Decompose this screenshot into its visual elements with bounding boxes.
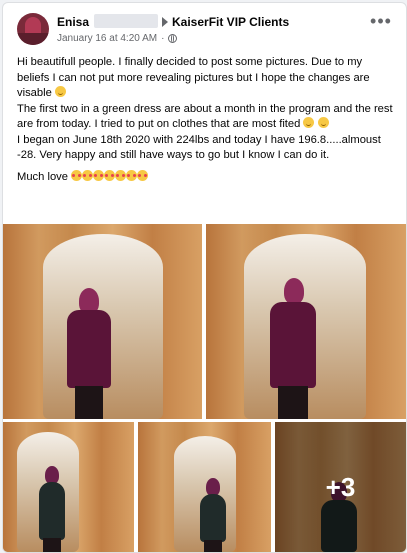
smiling-face-with-hearts-emoji: [137, 169, 149, 181]
paragraph: Much love: [17, 169, 395, 186]
smiling-face-with-hearts-emoji: [104, 169, 116, 181]
globe-icon: [168, 34, 178, 43]
more-options-button[interactable]: •••: [369, 12, 393, 35]
smiling-face-with-hearts-emoji: [82, 169, 94, 181]
smiling-face-emoji: [54, 86, 66, 97]
more-photos-count[interactable]: +3: [275, 422, 406, 552]
smiling-face-with-hearts-emoji: [115, 169, 127, 181]
paragraph: Hi beautifull people. I finally decided …: [17, 56, 370, 99]
group-name[interactable]: KaiserFit VIP Clients: [172, 15, 289, 29]
paragraph: The first two in a green dress are about…: [17, 102, 393, 131]
paragraph: I began on June 18th 2020 with 224lbs an…: [17, 133, 381, 162]
smiling-face-with-hearts-emoji: [71, 169, 83, 181]
redacted-name-block: [94, 14, 158, 28]
winking-face-emoji: [303, 117, 315, 128]
right-triangle-icon: [162, 17, 168, 27]
avatar[interactable]: [17, 13, 49, 45]
post-header: Enisa KaiserFit VIP Clients January 16 a…: [3, 3, 406, 47]
post-meta: January 16 at 4:20 AM ·: [57, 33, 178, 44]
timestamp[interactable]: January 16 at 4:20 AM: [57, 33, 157, 44]
post-text: Hi beautifull people. I finally decided …: [17, 55, 395, 185]
author-name[interactable]: Enisa: [57, 15, 89, 29]
smiling-face-emoji: [317, 117, 329, 128]
photo-3[interactable]: [3, 422, 134, 552]
smiling-face-with-hearts-emoji: [93, 169, 105, 181]
photo-5-more[interactable]: +3: [275, 422, 406, 552]
photo-2[interactable]: [206, 224, 406, 419]
smiling-face-with-hearts-emoji: [126, 169, 138, 181]
photo-4[interactable]: [138, 422, 271, 552]
photo-1[interactable]: [3, 224, 202, 419]
photo-grid: +3: [3, 224, 406, 552]
post-card: Enisa KaiserFit VIP Clients January 16 a…: [2, 2, 407, 553]
